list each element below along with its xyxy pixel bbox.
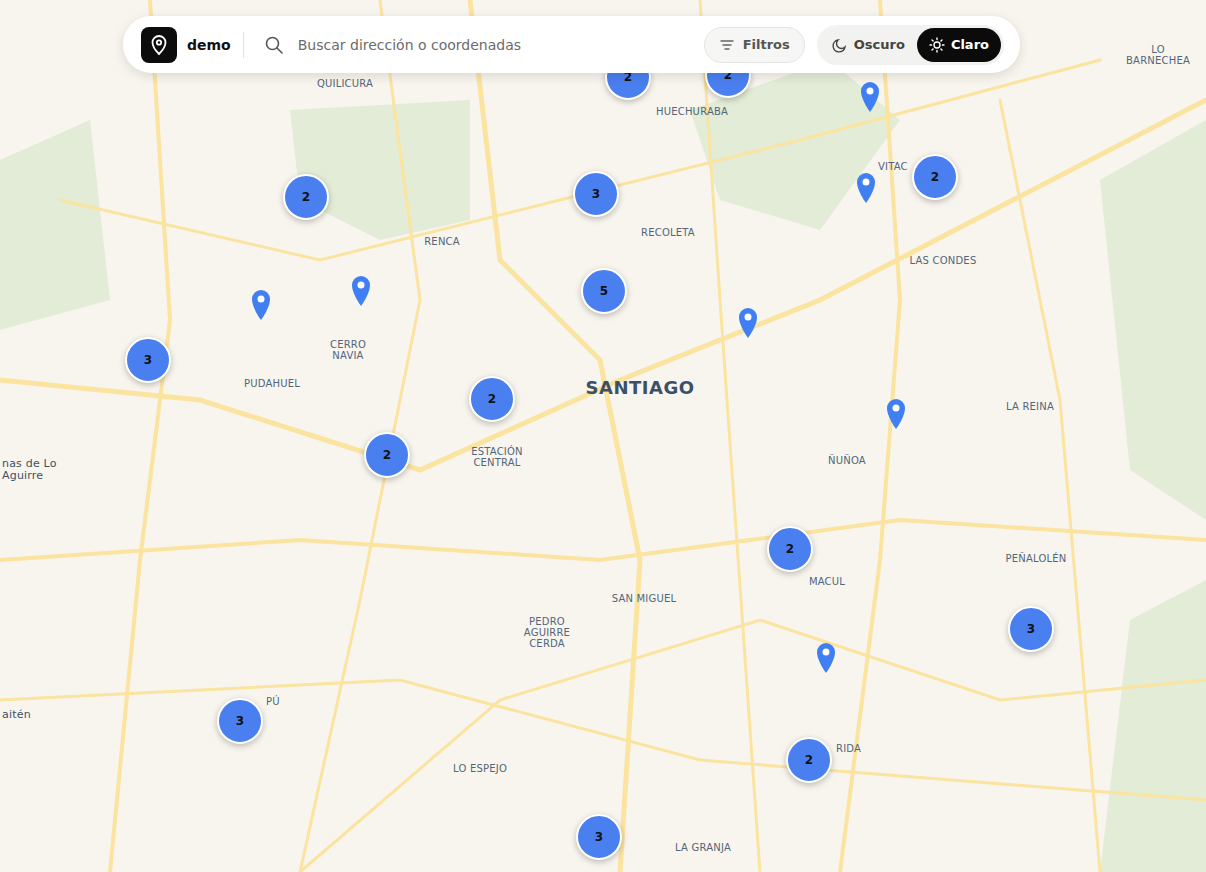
map-pin-icon[interactable] [816, 642, 836, 674]
moon-icon [832, 37, 848, 53]
search-icon [264, 35, 284, 55]
theme-option[interactable]: Claro [917, 28, 1001, 62]
search-input[interactable] [296, 36, 694, 54]
map-label: PEÑALOLÉN [1006, 553, 1067, 564]
map-label: PUDAHUEL [244, 378, 300, 389]
divider [243, 32, 244, 58]
map-label: RECOLETA [641, 227, 695, 238]
filters-button[interactable]: Filtros [704, 27, 805, 63]
cluster-marker[interactable]: 2 [767, 526, 813, 572]
map-roads [0, 0, 1206, 872]
map[interactable]: QUILICURA HUECHURABA RECOLETA RENCA CERRO NA… [0, 0, 1206, 872]
cluster-marker[interactable]: 2 [283, 174, 329, 220]
map-pin-icon[interactable] [856, 172, 876, 204]
map-label: LO BARNECHEA [1118, 44, 1198, 66]
map-label: LO ESPEJO [453, 763, 507, 774]
map-label: CERRO NAVIA [318, 339, 378, 361]
map-pin-icon[interactable] [251, 289, 271, 321]
map-label: LA GRANJA [675, 842, 731, 853]
cluster-marker[interactable]: 3 [573, 171, 619, 217]
filter-icon [719, 37, 735, 53]
cluster-marker[interactable]: 3 [1008, 606, 1054, 652]
app-name: demo [187, 37, 231, 53]
map-label: ÑUÑOA [828, 455, 866, 466]
map-pin-icon[interactable] [886, 398, 906, 430]
search-field[interactable] [254, 35, 694, 55]
map-label: RIDA [836, 743, 861, 754]
map-label: LA REINA [1006, 401, 1054, 412]
map-label: HUECHURABA [656, 106, 728, 117]
map-label: PEDRO AGUIRRE CERDA [516, 616, 578, 649]
cluster-marker[interactable]: 2 [469, 376, 515, 422]
map-label: SAN MIGUEL [612, 593, 677, 604]
cluster-marker[interactable]: 3 [576, 814, 622, 860]
map-pin-icon[interactable] [351, 275, 371, 307]
map-label: VITAC [878, 161, 908, 172]
map-label: LAS CONDES [910, 255, 977, 266]
theme-option[interactable]: Oscuro [820, 28, 917, 62]
map-pin-icon[interactable] [860, 81, 880, 113]
map-label: aitén [2, 709, 31, 721]
cluster-marker[interactable]: 2 [912, 154, 958, 200]
map-label: nas de Lo Aguirre [2, 458, 72, 482]
map-label: QUILICURA [317, 78, 373, 89]
cluster-marker[interactable]: 3 [125, 337, 171, 383]
cluster-marker[interactable]: 3 [217, 698, 263, 744]
map-label: MACUL [809, 576, 845, 587]
map-label: PÚ [266, 696, 280, 707]
cluster-marker[interactable]: 2 [786, 737, 832, 783]
sun-icon [929, 37, 945, 53]
map-pin-icon[interactable] [738, 307, 758, 339]
top-bar: demo Filtros OscuroClaro [123, 16, 1020, 73]
map-label: SANTIAGO [586, 378, 695, 398]
map-label: RENCA [424, 236, 460, 247]
cluster-marker[interactable]: 5 [581, 268, 627, 314]
logo[interactable]: demo [141, 27, 231, 63]
map-label: ESTACIÓN CENTRAL [462, 446, 532, 468]
theme-toggle: OscuroClaro [817, 25, 1004, 65]
location-pin-icon [141, 27, 177, 63]
cluster-marker[interactable]: 2 [364, 432, 410, 478]
